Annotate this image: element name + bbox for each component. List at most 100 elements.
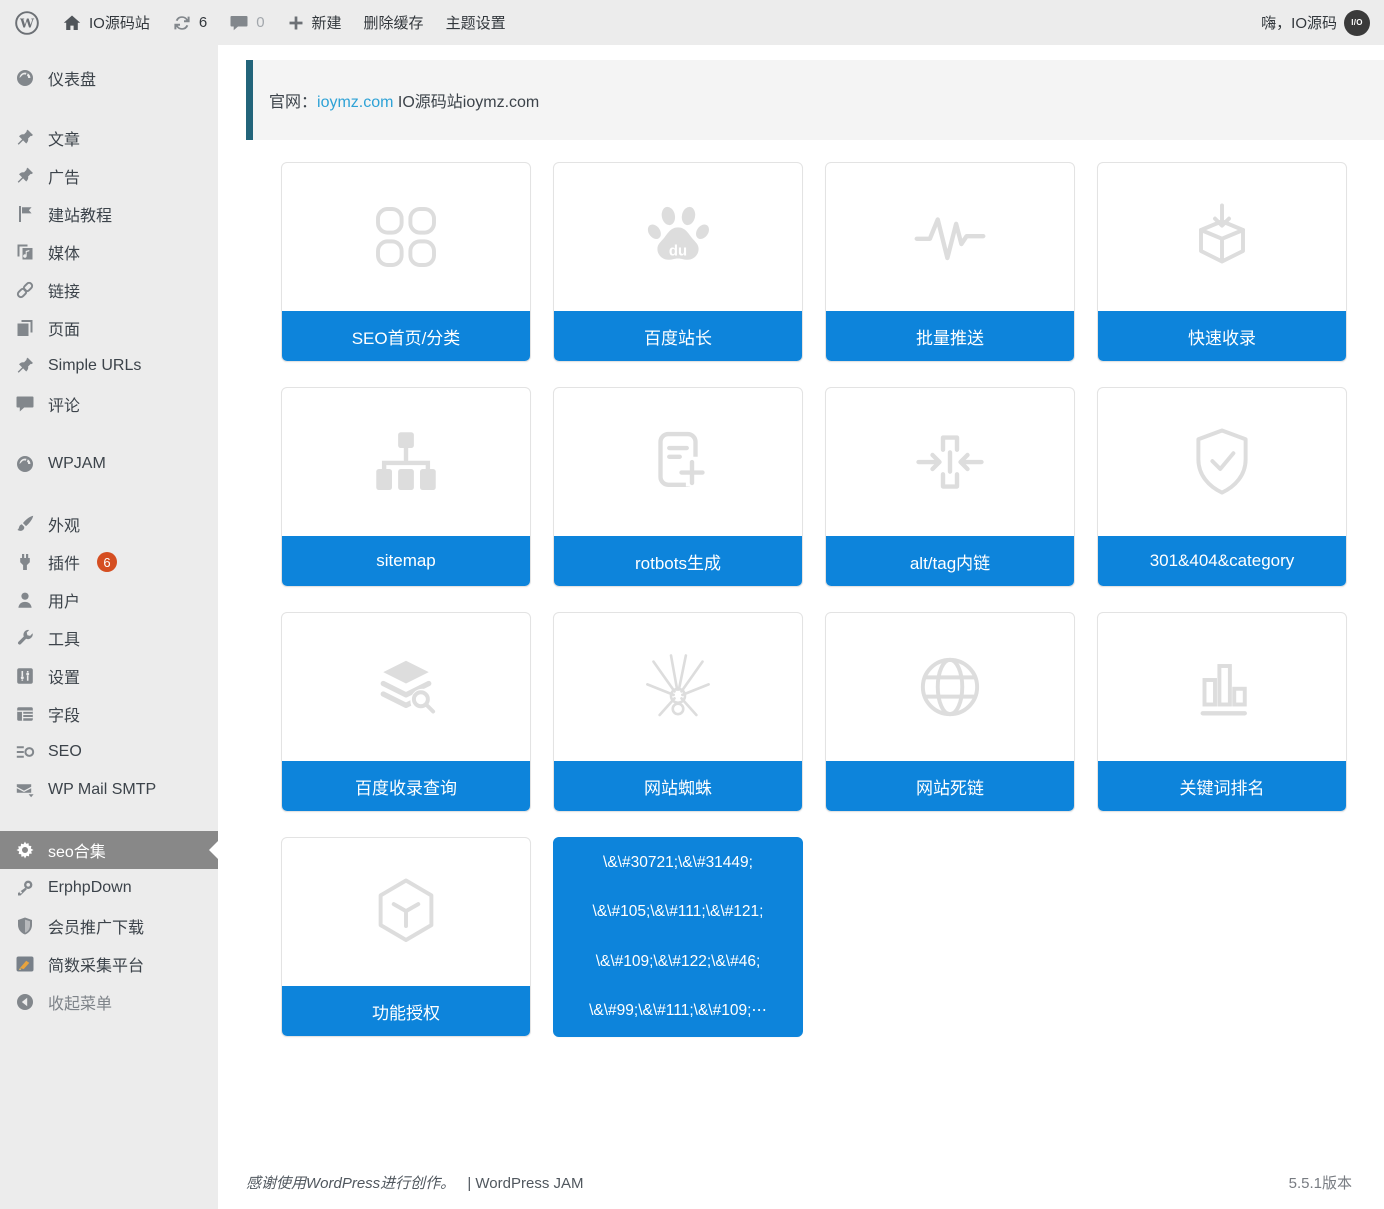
admin-footer: 感谢使用WordPress进行创作。 | WordPress JAM 5.5.1… [246,1172,1352,1193]
sidebar-item-label: 收起菜单 [48,990,112,1014]
pulse-icon [826,163,1074,311]
notice-prefix: 官网： [269,94,317,111]
card-label: 关键词排名 [1098,761,1346,811]
sidebar-item-settings[interactable]: 设置 [0,657,218,695]
sidebar-item-erphpdown[interactable]: ErphpDown [0,869,218,907]
notice-suffix: IO源码站ioymz.com [393,94,539,111]
encoded-line: \&\#30721;\&\#31449; [560,854,796,872]
wrench-icon [15,628,35,648]
card-label: 百度收录查询 [282,761,530,811]
spider-icon [554,613,802,761]
updates-link[interactable]: 6 [172,13,207,33]
sidebar-item-tutorials[interactable]: 建站教程 [0,195,218,233]
box-arrow-down-icon [1098,163,1346,311]
paintbrush-icon [15,514,35,534]
collapse-menu-button[interactable]: 收起菜单 [0,983,218,1021]
table-grid-icon [15,704,35,724]
sidebar-item-media[interactable]: 媒体 [0,233,218,271]
sidebar-item-pages[interactable]: 页面 [0,309,218,347]
sidebar-item-label: ErphpDown [48,879,132,897]
sidebar-item-users[interactable]: 用户 [0,581,218,619]
card-label: sitemap [282,536,530,586]
sidebar-item-fields[interactable]: 字段 [0,695,218,733]
comment-bubble-icon [15,394,35,414]
update-icon [172,13,192,33]
card-baidu-index-query[interactable]: 百度收录查询 [281,612,531,812]
sidebar-item-label: SEO [48,743,82,761]
encoded-line: \&\#109;\&\#122;\&\#46; [560,953,796,971]
card-quick-index[interactable]: 快速收录 [1097,162,1347,362]
encoded-line: \&\#105;\&\#111;\&\#121; [560,903,796,921]
sidebar-item-label: seo合集 [48,838,106,862]
site-notice: 官网：ioymz.com IO源码站ioymz.com [246,60,1384,140]
sidebar-item-label: WPJAM [48,455,106,473]
chain-link-icon [15,280,35,300]
card-label: rotbots生成 [554,536,802,586]
sidebar-item-appearance[interactable]: 外观 [0,505,218,543]
theme-settings-link[interactable]: 主题设置 [446,12,506,33]
dashboard-gauge-icon [15,68,35,88]
card-label: 网站蜘蛛 [554,761,802,811]
wordpress-logo-menu[interactable]: W [14,10,40,36]
dashboard-gauge-icon [15,454,35,474]
document-plus-icon [554,388,802,536]
sidebar-item-plugins[interactable]: 插件 6 [0,543,218,581]
baidu-paw-icon: du [554,163,802,311]
clover-icon [282,163,530,311]
card-label: 批量推送 [826,311,1074,361]
sidebar-item-comments[interactable]: 评论 [0,385,218,423]
sidebar-item-label: 页面 [48,316,80,340]
plug-icon [15,552,35,572]
card-label: 301&404&category [1098,536,1346,586]
site-link[interactable]: IO源码站 [62,12,150,33]
sidebar-item-tools[interactable]: 工具 [0,619,218,657]
sidebar-item-label: 会员推广下载 [48,914,144,938]
sidebar-item-seo-collection[interactable]: seo合集 [0,831,218,869]
wordpress-logo-icon: W [14,10,40,36]
sidebar-item-member-download[interactable]: 会员推广下载 [0,907,218,945]
card-seo-home-category[interactable]: SEO首页/分类 [281,162,531,362]
encoded-line: \&\#99;\&\#111;\&\#109;⋯ [560,1002,796,1020]
theme-settings-label: 主题设置 [446,12,506,33]
card-301-404-category[interactable]: 301&404&category [1097,387,1347,587]
sidebar-item-label: 文章 [48,126,80,150]
sidebar-item-simple-urls[interactable]: Simple URLs [0,347,218,385]
sidebar-item-label: 仪表盘 [48,66,96,90]
sidebar-item-ads[interactable]: 广告 [0,157,218,195]
sidebar-item-dashboard[interactable]: 仪表盘 [0,59,218,97]
sidebar-item-label: 用户 [48,588,80,612]
sidebar-item-label: 简数采集平台 [48,952,144,976]
card-sitemap[interactable]: sitemap [281,387,531,587]
sidebar-item-label: 插件 [48,550,80,574]
sidebar-item-wpjam[interactable]: WPJAM [0,445,218,483]
sidebar-item-jianshu-platform[interactable]: 简数采集平台 [0,945,218,983]
admin-sidebar: 仪表盘 文章 广告 建站教程 媒体 链接 页面 Simple URLs 评论 W… [0,45,218,1209]
card-robots-generate[interactable]: rotbots生成 [553,387,803,587]
site-name: IO源码站 [89,12,150,33]
new-content-link[interactable]: 新建 [287,12,342,33]
account-menu[interactable]: 嗨，IO源码 I/O [1261,10,1370,36]
card-batch-push[interactable]: 批量推送 [825,162,1075,362]
card-baidu-webmaster[interactable]: du 百度站长 [553,162,803,362]
seo-lines-circle-icon [15,742,35,762]
comment-count: 0 [256,14,264,31]
delete-cache-link[interactable]: 删除缓存 [364,12,424,33]
card-label: SEO首页/分类 [282,311,530,361]
card-alt-tag-links[interactable]: alt/tag内链 [825,387,1075,587]
card-keyword-rank[interactable]: 关键词排名 [1097,612,1347,812]
sidebar-item-label: WP Mail SMTP [48,781,156,799]
globe-icon [826,613,1074,761]
comments-link[interactable]: 0 [229,13,264,33]
flag-icon [15,204,35,224]
card-dead-links[interactable]: 网站死链 [825,612,1075,812]
svg-text:W: W [19,15,35,30]
notice-link[interactable]: ioymz.com [317,94,393,111]
compress-arrows-icon [826,388,1074,536]
card-site-spider[interactable]: 网站蜘蛛 [553,612,803,812]
sidebar-item-links[interactable]: 链接 [0,271,218,309]
sidebar-item-posts[interactable]: 文章 [0,119,218,157]
card-feature-license[interactable]: 功能授权 [281,837,531,1037]
sidebar-item-wp-mail-smtp[interactable]: WP Mail SMTP [0,771,218,809]
sidebar-item-seo[interactable]: SEO [0,733,218,771]
card-encoded-text[interactable]: \&\#30721;\&\#31449; \&\#105;\&\#111;\&\… [553,837,803,1037]
